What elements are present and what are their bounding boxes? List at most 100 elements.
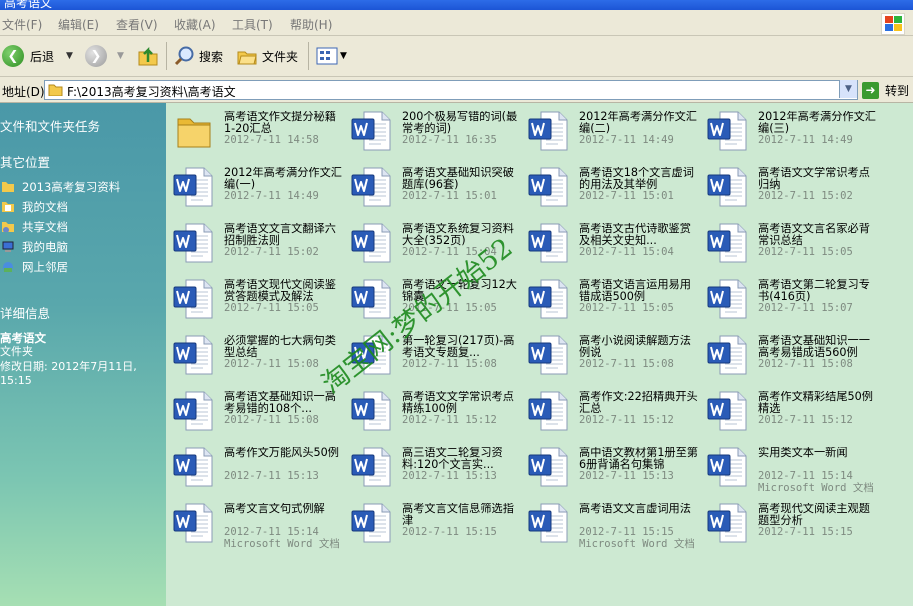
file-item[interactable]: 高考现代文阅读主观题题型分析 2012-7-11 15:15 bbox=[702, 495, 880, 549]
place-link-my-documents[interactable]: 我的文档 bbox=[22, 199, 68, 215]
file-name: 高考语文第二轮复习专书(416页) bbox=[758, 279, 870, 303]
go-button[interactable]: ➜ 转到 bbox=[862, 80, 913, 100]
file-item[interactable]: 2012年高考满分作文汇编(三) 2012-7-11 14:49 bbox=[702, 103, 880, 157]
menu-favorites[interactable]: 收藏(A) bbox=[174, 16, 216, 33]
back-label: 后退 bbox=[30, 49, 55, 64]
file-name: 高考语文文言文翻译六招制胜法则 bbox=[224, 223, 336, 247]
file-item[interactable]: 高考小说阅读解题方法例说 2012-7-11 15:08 bbox=[523, 327, 701, 381]
word-document-icon bbox=[351, 223, 391, 263]
file-item[interactable]: 高考语文作文提分秘籍1-20汇总 2012-7-11 14:58 bbox=[168, 103, 346, 157]
file-item[interactable]: 高考语文语言运用易用错成语500例 2012-7-11 15:05 bbox=[523, 271, 701, 325]
word-document-icon bbox=[528, 391, 568, 431]
place-link-2013[interactable]: 2013高考复习资料 bbox=[22, 179, 120, 195]
file-name: 高考文言文信息筛选指津 bbox=[402, 503, 514, 527]
file-item[interactable]: 高考语文现代文阅读鉴赏答题模式及解法 2012-7-11 15:05 bbox=[168, 271, 346, 325]
my-computer-icon bbox=[2, 241, 14, 252]
file-name: 高三语文二轮复习资料:120个文言实... bbox=[402, 447, 503, 471]
views-button[interactable]: ▼ bbox=[316, 44, 347, 68]
word-document-icon bbox=[351, 447, 391, 487]
file-type: Microsoft Word 文档 bbox=[224, 538, 340, 550]
file-item[interactable]: 高考语文文言虚词用法 2012-7-11 15:15 Microsoft Word … bbox=[523, 495, 701, 550]
address-dropdown-button[interactable]: ▼ bbox=[839, 80, 857, 98]
file-item[interactable]: 高考语文第二轮复习专书(416页) 2012-7-11 15:07 bbox=[702, 271, 880, 325]
menu-help[interactable]: 帮助(H) bbox=[290, 16, 332, 33]
search-label: 搜索 bbox=[199, 49, 224, 64]
word-document-icon bbox=[707, 503, 747, 543]
file-date: 2012-7-11 14:49 bbox=[758, 134, 853, 146]
file-name: 2012年高考满分作文汇编(三) bbox=[758, 111, 876, 135]
file-item[interactable]: 高考语文基础知识一高考易错的108个... 2012-7-11 15:08 bbox=[168, 383, 346, 437]
file-name: 高中语文教材第1册至第6册背诵名句集锦 bbox=[579, 447, 698, 471]
place-link-shared-documents[interactable]: 共享文档 bbox=[22, 219, 68, 235]
file-item[interactable]: 高考语文文学常识考点归纳 2012-7-11 15:02 bbox=[702, 159, 880, 213]
file-type: Microsoft Word 文档 bbox=[758, 482, 874, 494]
file-name: 2012年高考满分作文汇编(一) bbox=[224, 167, 342, 191]
file-item[interactable]: 高考作文万能风头50例 2012-7-11 15:13 bbox=[168, 439, 346, 493]
file-folder-tasks-title[interactable]: 文件和文件夹任务 bbox=[0, 116, 100, 135]
menu-view[interactable]: 查看(V) bbox=[116, 16, 158, 33]
file-date: 2012-7-11 15:12 bbox=[579, 414, 674, 426]
address-input[interactable]: F:\2013高考复习资料\高考语文 bbox=[44, 80, 858, 100]
folder-icon bbox=[48, 84, 63, 96]
file-item[interactable]: 高考语文文言文翻译六招制胜法则 2012-7-11 15:02 bbox=[168, 215, 346, 269]
file-item[interactable]: 2012年高考满分作文汇编(一) 2012-7-11 14:49 bbox=[168, 159, 346, 213]
file-date: 2012-7-11 15:02 bbox=[758, 190, 853, 202]
file-item[interactable]: 高考文言文句式例解 2012-7-11 15:14 Microsoft Word 文… bbox=[168, 495, 346, 550]
file-item[interactable]: 高考作文精彩结尾50例精选 2012-7-11 15:12 bbox=[702, 383, 880, 437]
title-bar[interactable]: 高考语文 bbox=[0, 0, 913, 10]
file-name: 高考语文现代文阅读鉴赏答题模式及解法 bbox=[224, 279, 336, 303]
menu-edit[interactable]: 编辑(E) bbox=[58, 16, 99, 33]
file-item[interactable]: 高考语文基础知识突破题库(96套) 2012-7-11 15:01 bbox=[346, 159, 524, 213]
menu-tools[interactable]: 工具(T) bbox=[232, 16, 273, 33]
file-date: 2012-7-11 15:12 bbox=[402, 414, 497, 426]
folders-button[interactable]: 文件夹 bbox=[236, 44, 298, 68]
file-item[interactable]: 高中语文教材第1册至第6册背诵名句集锦 2012-7-11 15:13 bbox=[523, 439, 701, 493]
file-name: 高考语文文言虚词用法 bbox=[579, 503, 691, 515]
word-document-icon bbox=[351, 391, 391, 431]
file-item[interactable]: 2012年高考满分作文汇编(二) 2012-7-11 14:49 bbox=[523, 103, 701, 157]
file-date: 2012-7-11 15:15 bbox=[758, 526, 853, 538]
word-document-icon bbox=[528, 503, 568, 543]
file-name: 高考作文万能风头50例 bbox=[224, 447, 339, 459]
file-name: 高考语文古代诗歌鉴赏及相关文史知... bbox=[579, 223, 691, 247]
details-title[interactable]: 详细信息 bbox=[0, 303, 50, 322]
word-document-icon bbox=[707, 167, 747, 207]
file-item[interactable]: 高考语文文言名家必背常识总结 2012-7-11 15:05 bbox=[702, 215, 880, 269]
word-document-icon bbox=[173, 503, 213, 543]
file-date: 2012-7-11 15:01 bbox=[579, 190, 674, 202]
word-document-icon bbox=[528, 111, 568, 151]
file-date: 2012-7-11 15:15 bbox=[579, 526, 674, 538]
forward-button[interactable]: ❯ ▼ bbox=[85, 44, 124, 68]
file-item[interactable]: 高考语文基础知识一一高考易错成语560例 2012-7-11 15:08 bbox=[702, 327, 880, 381]
word-document-icon bbox=[707, 279, 747, 319]
file-item[interactable]: 高考语文18个文言虚词的用法及其举例 2012-7-11 15:01 bbox=[523, 159, 701, 213]
forward-dropdown-icon[interactable]: ▼ bbox=[117, 51, 124, 61]
back-dropdown-icon[interactable]: ▼ bbox=[66, 51, 73, 61]
my-documents-icon bbox=[2, 202, 14, 212]
place-link-my-computer[interactable]: 我的电脑 bbox=[22, 239, 68, 255]
file-item[interactable]: 高考语文古代诗歌鉴赏及相关文史知... 2012-7-11 15:04 bbox=[523, 215, 701, 269]
file-name: 高考语文语言运用易用错成语500例 bbox=[579, 279, 691, 303]
file-item[interactable]: 200个极易写错的词(最常考的词) 2012-7-11 16:35 bbox=[346, 103, 524, 157]
file-item[interactable]: 高三语文二轮复习资料:120个文言实... 2012-7-11 15:13 bbox=[346, 439, 524, 493]
toolbar: ❮ 后退 ▼ ❯ ▼ 搜索 文件夹 ▼ bbox=[0, 36, 913, 77]
file-name: 高考现代文阅读主观题题型分析 bbox=[758, 503, 870, 527]
file-date: 2012-7-11 14:49 bbox=[224, 190, 319, 202]
place-link-network[interactable]: 网上邻居 bbox=[22, 259, 68, 275]
file-item[interactable]: 实用类文本一新闻 2012-7-11 15:14 Microsoft Word 文档 bbox=[702, 439, 880, 494]
file-item[interactable]: 高考语文文学常识考点精练100例 2012-7-11 15:12 bbox=[346, 383, 524, 437]
file-item[interactable]: 高考文言文信息筛选指津 2012-7-11 15:15 bbox=[346, 495, 524, 549]
up-folder-button[interactable] bbox=[136, 44, 160, 68]
other-places-title[interactable]: 其它位置 bbox=[0, 152, 50, 171]
file-date: 2012-7-11 16:35 bbox=[402, 134, 497, 146]
file-date: 2012-7-11 15:14 bbox=[758, 470, 853, 482]
file-item[interactable]: 高考作文:22招精典开头汇总 2012-7-11 15:12 bbox=[523, 383, 701, 437]
menu-file[interactable]: 文件(F) bbox=[2, 16, 42, 33]
file-name: 高考语文作文提分秘籍1-20汇总 bbox=[224, 111, 336, 135]
search-button[interactable]: 搜索 bbox=[173, 44, 223, 68]
file-name: 高考语文文学常识考点精练100例 bbox=[402, 391, 514, 415]
file-date: 2012-7-11 14:58 bbox=[224, 134, 319, 146]
address-path: F:\2013高考复习资料\高考语文 bbox=[67, 85, 236, 99]
file-date: 2012-7-11 15:01 bbox=[402, 190, 497, 202]
back-button[interactable]: ❮ 后退 ▼ bbox=[2, 44, 73, 68]
